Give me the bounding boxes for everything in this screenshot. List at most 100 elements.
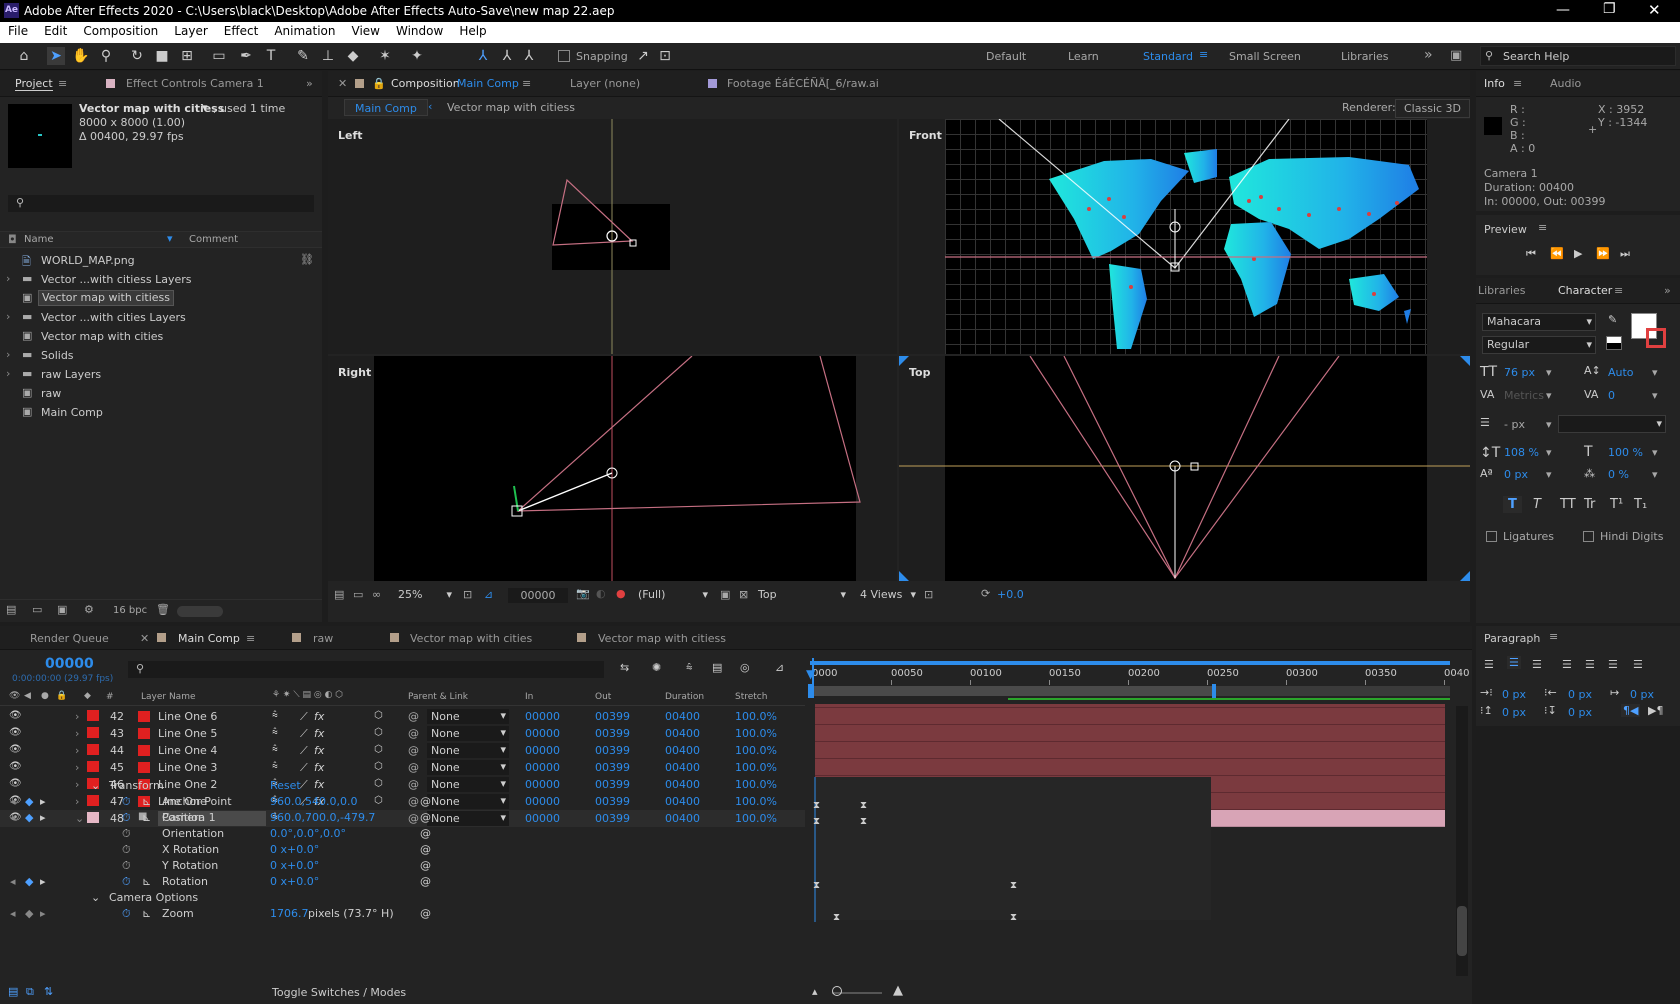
tab-composition-name[interactable]: Main Comp bbox=[457, 77, 519, 90]
shy-switch-icon[interactable]: ⩯ bbox=[272, 744, 278, 755]
workspace-small-screen[interactable]: Small Screen bbox=[1229, 50, 1301, 63]
breadcrumb-main-comp[interactable]: Main Comp bbox=[344, 99, 428, 116]
first-line-indent-value[interactable]: 0 px bbox=[1630, 688, 1654, 701]
more-workspaces-icon[interactable]: » bbox=[1424, 47, 1433, 63]
close-tab-icon[interactable]: ✕ bbox=[338, 77, 347, 90]
tab-libraries[interactable]: Libraries bbox=[1478, 284, 1526, 297]
tab-composition[interactable]: Composition bbox=[391, 77, 460, 90]
graph-icon[interactable]: ⊾ bbox=[142, 811, 151, 824]
expression-icon[interactable]: @ bbox=[420, 811, 431, 824]
property-value[interactable]: 960.0,700.0,-479.7 bbox=[270, 811, 375, 824]
view-axis-icon[interactable]: ⅄ bbox=[520, 47, 538, 65]
in-out-icon[interactable]: ⇅ bbox=[44, 985, 53, 998]
breadcrumb-sub-comp[interactable]: Vector map with citiess bbox=[447, 101, 575, 114]
first-frame-icon[interactable]: ⏮ bbox=[1526, 247, 1536, 261]
new-folder-icon[interactable]: ▭ bbox=[32, 603, 42, 616]
layer-duration-bar[interactable] bbox=[815, 742, 1445, 759]
expand-chevron-icon[interactable]: › bbox=[75, 710, 79, 723]
reset-link[interactable]: Reset bbox=[270, 779, 301, 792]
eye-icon[interactable]: 👁 bbox=[9, 710, 22, 721]
expand-chevron-icon[interactable]: › bbox=[6, 348, 10, 361]
label-color[interactable] bbox=[87, 710, 99, 721]
shy-switch-icon[interactable]: ⩯ bbox=[272, 710, 278, 721]
out-value[interactable]: 00399 bbox=[595, 744, 630, 757]
duration-value[interactable]: 00400 bbox=[665, 744, 700, 757]
parent-dropdown[interactable]: None ▾ bbox=[427, 726, 509, 741]
property-value[interactable]: 0.0°,0.0°,0.0° bbox=[270, 827, 346, 840]
keyframe-nav-prev-icon[interactable]: ◂ bbox=[10, 795, 16, 808]
expand-chevron-icon[interactable]: › bbox=[6, 272, 10, 285]
keyframe-nav-prev-icon[interactable]: ◂ bbox=[10, 907, 16, 920]
faux-italic-button[interactable]: T bbox=[1533, 497, 1541, 512]
chevron-down-icon[interactable]: ⌄ bbox=[91, 891, 100, 904]
duration-header[interactable]: Duration bbox=[665, 692, 704, 702]
fx-switch-icon[interactable]: fx bbox=[314, 727, 324, 740]
font-style-dropdown[interactable]: Regular ▾ bbox=[1482, 336, 1596, 354]
parent-dropdown[interactable]: None ▾ bbox=[427, 760, 509, 775]
eyedropper-icon[interactable]: ✎ bbox=[1608, 313, 1617, 326]
viewport-left[interactable]: Left bbox=[328, 119, 897, 354]
workspace-learn[interactable]: Learn bbox=[1068, 50, 1099, 63]
layer-name[interactable]: Line One 3 bbox=[158, 761, 217, 774]
graph-icon[interactable]: ⊾ bbox=[142, 907, 151, 920]
close-button[interactable]: ✕ bbox=[1648, 1, 1661, 19]
work-area-active[interactable] bbox=[810, 686, 1214, 696]
expression-icon[interactable]: @ bbox=[420, 875, 431, 888]
sync-settings-icon[interactable]: ▣ bbox=[1450, 48, 1462, 63]
panel-overflow-icon[interactable]: » bbox=[306, 77, 313, 90]
tsume-value[interactable]: 0 % bbox=[1608, 468, 1629, 481]
menu-composition[interactable]: Composition bbox=[75, 22, 166, 38]
align-left-icon[interactable]: ☰ bbox=[1484, 658, 1494, 671]
layer-name[interactable]: Line One 6 bbox=[158, 710, 217, 723]
layer-name[interactable]: Line One 4 bbox=[158, 744, 217, 757]
selection-tool-icon[interactable]: ➤ bbox=[47, 47, 65, 65]
project-item[interactable]: › ▬ Vector ...with cities Layers bbox=[2, 309, 320, 327]
label-color[interactable] bbox=[87, 761, 99, 772]
transform-property-row[interactable]: ⏱ Y Rotation 0 x+0.0° @ bbox=[0, 857, 805, 874]
pan-behind-tool-icon[interactable]: ⊞ bbox=[178, 47, 196, 65]
justify-center-icon[interactable]: ☰ bbox=[1585, 658, 1595, 671]
snap-option-icon[interactable]: ↗ bbox=[634, 47, 652, 65]
paragraph-menu-icon[interactable]: ≡ bbox=[1549, 630, 1558, 643]
zoom-out-icon[interactable]: ▴ bbox=[812, 985, 818, 998]
shy-switch-icon[interactable]: ⩯ bbox=[272, 761, 278, 772]
space-before-value[interactable]: 0 px bbox=[1502, 706, 1526, 719]
in-header[interactable]: In bbox=[525, 692, 533, 702]
menu-animation[interactable]: Animation bbox=[266, 22, 343, 38]
project-item[interactable]: ▣ raw bbox=[2, 385, 320, 403]
workspace-menu-icon[interactable]: ≡ bbox=[1199, 48, 1208, 61]
channel-icon[interactable]: ● bbox=[616, 587, 626, 600]
toggle-pixel-icon[interactable]: ⊡ bbox=[924, 588, 933, 601]
zoom-property-row[interactable]: ◂ ◆ ▸ ⏱ ⊾ Zoom 1706.7 pixels (73.7° H) @ bbox=[0, 905, 805, 922]
keyframe-nav-prev-icon[interactable]: ◂ bbox=[10, 875, 16, 888]
project-item[interactable]: ▣ Vector map with citiess bbox=[2, 290, 320, 308]
tab-project[interactable]: Project bbox=[15, 77, 53, 91]
pickwhip-icon[interactable]: @ bbox=[408, 744, 419, 757]
property-value[interactable]: 0 x+0.0° bbox=[270, 859, 319, 872]
tab-layer[interactable]: Layer (none) bbox=[570, 77, 640, 90]
rectangle-tool-icon[interactable]: ▭ bbox=[210, 47, 228, 65]
eye-icon[interactable]: 👁 bbox=[9, 744, 22, 755]
keyframe-add-icon[interactable]: ◆ bbox=[25, 875, 33, 888]
playhead-handle[interactable]: ▼ bbox=[806, 667, 815, 681]
keyframe-nav-next-icon[interactable]: ▸ bbox=[40, 795, 46, 808]
shy-icon[interactable]: ⩯ bbox=[686, 661, 692, 675]
col-name[interactable]: Name bbox=[24, 234, 54, 245]
chevron-down-icon[interactable]: ⌄ bbox=[91, 779, 100, 792]
kerning-value[interactable]: Metrics bbox=[1504, 389, 1544, 402]
project-item[interactable]: ▣ Vector map with cities bbox=[2, 328, 320, 346]
subscript-button[interactable]: T₁ bbox=[1634, 497, 1647, 512]
zoom-dropdown[interactable]: 25% ▾ bbox=[394, 587, 454, 605]
3d-layer-icon[interactable]: ⬡ bbox=[374, 744, 383, 755]
rtl-direction-icon[interactable]: ▶¶ bbox=[1648, 704, 1663, 717]
small-caps-button[interactable]: Tr bbox=[1584, 497, 1595, 512]
expand-chevron-icon[interactable]: › bbox=[75, 727, 79, 740]
vertical-scale-value[interactable]: 108 % bbox=[1504, 446, 1539, 459]
keyframe-nav-next-icon[interactable]: ▸ bbox=[40, 875, 46, 888]
stopwatch-icon[interactable]: ⏱ bbox=[122, 843, 131, 857]
viewport-front[interactable]: Front bbox=[899, 119, 1470, 354]
stretch-value[interactable]: 100.0% bbox=[735, 744, 777, 757]
rotate-tool-icon[interactable]: ↻ bbox=[128, 47, 146, 65]
3d-layer-icon[interactable]: ⬡ bbox=[374, 710, 383, 721]
eraser-tool-icon[interactable]: ◆ bbox=[344, 47, 362, 65]
